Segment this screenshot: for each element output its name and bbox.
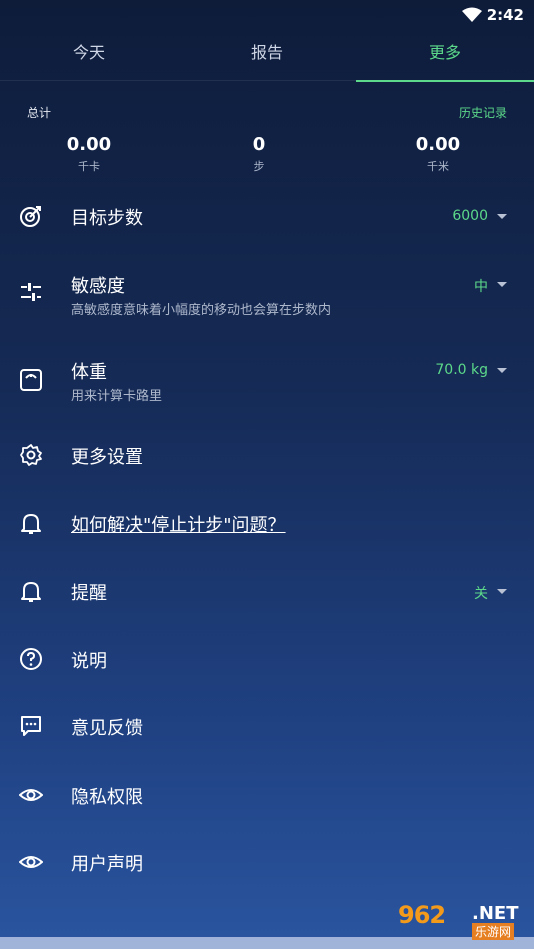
tab-report[interactable]: 报告 xyxy=(178,30,356,80)
user-agreement-label: 用户声明 xyxy=(71,854,143,875)
chevron-down-icon xyxy=(497,589,507,594)
goal-steps-row[interactable]: 目标步数 6000 xyxy=(0,196,534,236)
sliders-icon xyxy=(21,283,41,301)
gear-icon xyxy=(20,444,42,466)
summary-title: 总计 xyxy=(27,106,52,120)
feedback-row[interactable]: 意见反馈 xyxy=(0,706,534,746)
instructions-row[interactable]: 说明 xyxy=(0,639,534,679)
stat-calories-unit: 千卡 xyxy=(78,160,100,173)
scale-icon xyxy=(20,369,42,391)
stat-steps-unit: 步 xyxy=(253,160,265,173)
weight-row[interactable]: 体重 用来计算卡路里 70.0 kg xyxy=(0,356,534,408)
weight-label: 体重 xyxy=(71,362,107,383)
tab-more[interactable]: 更多 xyxy=(356,30,534,82)
stat-calories: 0.00 千卡 xyxy=(29,134,149,174)
target-icon xyxy=(20,206,41,227)
stop-counting-help-row[interactable]: 如何解决"停止计步"问题？ xyxy=(0,503,534,543)
feedback-label: 意见反馈 xyxy=(71,718,143,739)
reminder-value[interactable]: 关 xyxy=(474,583,488,603)
watermark-sub: 乐游网 xyxy=(472,923,515,940)
goal-steps-label: 目标步数 xyxy=(71,208,143,229)
goal-steps-value[interactable]: 6000 xyxy=(452,208,488,224)
status-bar: 2:42 xyxy=(0,0,534,30)
eye-icon xyxy=(19,789,43,801)
stat-distance-unit: 千米 xyxy=(427,160,449,173)
stat-distance: 0.00 千米 xyxy=(378,134,498,174)
stat-calories-value: 0.00 xyxy=(66,134,112,155)
weight-desc: 用来计算卡路里 xyxy=(71,389,163,404)
tab-today[interactable]: 今天 xyxy=(0,30,178,80)
sensitivity-desc: 高敏感度意味着小幅度的移动也会算在步数内 xyxy=(71,303,332,318)
reminder-row[interactable]: 提醒 关 xyxy=(0,571,534,611)
watermark-net: .NET xyxy=(472,903,519,924)
eye-icon xyxy=(19,856,43,868)
watermark-number: 962 xyxy=(398,901,446,929)
sensitivity-value[interactable]: 中 xyxy=(474,276,488,296)
sensitivity-row[interactable]: 敏感度 高敏感度意味着小幅度的移动也会算在步数内 中 xyxy=(0,270,534,322)
chevron-down-icon xyxy=(497,214,507,219)
sensitivity-label: 敏感度 xyxy=(71,276,125,297)
history-link[interactable]: 历史记录 xyxy=(459,104,507,121)
chevron-down-icon xyxy=(497,368,507,373)
stat-steps-value: 0 xyxy=(252,134,266,155)
site-watermark: 962 .NET 乐游网 xyxy=(398,901,526,941)
question-icon xyxy=(20,648,42,670)
chevron-down-icon xyxy=(497,282,507,287)
privacy-row[interactable]: 隐私权限 xyxy=(0,775,534,815)
stat-steps: 0 步 xyxy=(199,134,319,174)
stat-distance-value: 0.00 xyxy=(415,134,461,155)
tab-bar: 今天 报告 更多 xyxy=(0,30,534,82)
chat-icon xyxy=(21,716,41,736)
stop-counting-help-link[interactable]: 如何解决"停止计步"问题？ xyxy=(71,511,286,537)
status-time: 2:42 xyxy=(486,6,524,24)
bell-icon xyxy=(21,514,41,534)
privacy-label: 隐私权限 xyxy=(71,787,143,808)
user-agreement-row[interactable]: 用户声明 xyxy=(0,842,534,882)
weight-value[interactable]: 70.0 kg xyxy=(435,362,488,378)
reminder-label: 提醒 xyxy=(71,583,107,604)
more-settings-row[interactable]: 更多设置 xyxy=(0,435,534,475)
instructions-label: 说明 xyxy=(71,651,107,672)
wifi-icon xyxy=(462,7,482,22)
bell-icon xyxy=(21,582,41,602)
more-settings-label: 更多设置 xyxy=(71,447,143,468)
